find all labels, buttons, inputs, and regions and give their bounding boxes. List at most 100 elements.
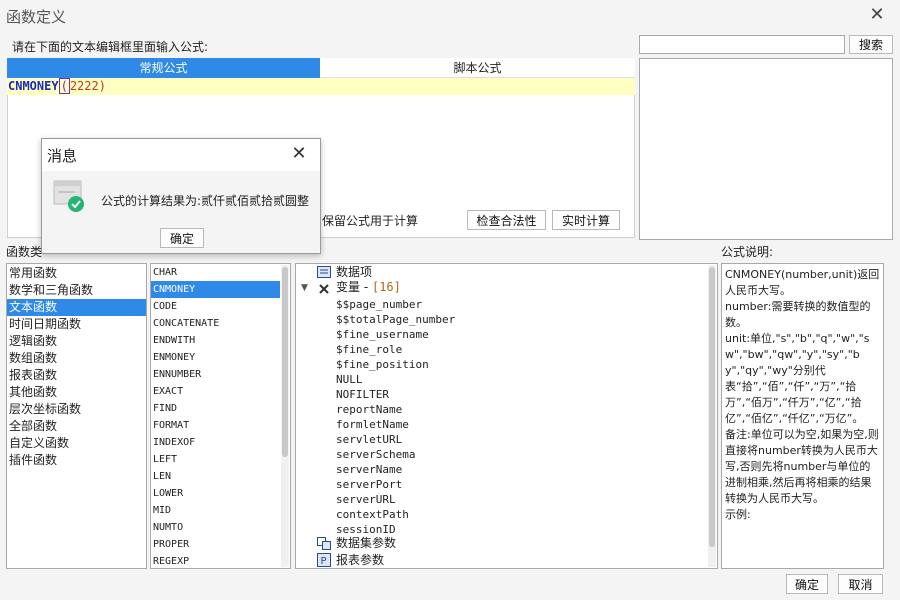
function-item[interactable]: ENMONEY xyxy=(151,349,280,366)
description-line: unit:单位,"s","b","q","w","sw","bw","qw","… xyxy=(725,332,870,425)
dialog-close-icon[interactable]: ✕ xyxy=(287,142,311,166)
variable-tree[interactable]: 数据项 ▼ 变量 - [16] $$page_number $$totalPage_nu… xyxy=(295,263,718,569)
function-item[interactable]: LOWER xyxy=(151,485,280,502)
category-item[interactable]: 插件函数 xyxy=(7,452,146,469)
category-item[interactable]: 常用函数 xyxy=(7,265,146,282)
variables-count: [16] xyxy=(371,280,401,294)
tree-item-variables[interactable]: 变量 - [16] xyxy=(336,280,401,295)
prompt-label: 请在下面的文本编辑框里面输入公式: xyxy=(12,40,209,54)
function-item[interactable]: PROPER xyxy=(151,536,280,553)
tree-item-variable[interactable]: NOFILTER xyxy=(336,387,389,402)
tree-item-variable[interactable]: sessionID xyxy=(336,522,396,537)
category-item[interactable]: 层次坐标函数 xyxy=(7,401,146,418)
formula-close-paren: ) xyxy=(98,79,106,93)
tree-item-variable[interactable]: $$totalPage_number xyxy=(336,312,455,327)
dataset-params-icon xyxy=(317,537,331,550)
category-item[interactable]: 数组函数 xyxy=(7,350,146,367)
tab-script-formula[interactable]: 脚本公式 xyxy=(320,58,635,78)
dialog-body: 公式的计算结果为:贰仟贰佰贰拾贰圆整 确定 xyxy=(42,171,320,253)
category-item[interactable]: 报表函数 xyxy=(7,367,146,384)
tree-item-variable[interactable]: $fine_role xyxy=(336,342,402,357)
dialog-message: 公式的计算结果为:贰仟贰佰贰拾贰圆整 xyxy=(101,194,310,208)
function-item[interactable]: FIND xyxy=(151,400,280,417)
data-items-icon xyxy=(317,266,331,278)
function-item[interactable]: LEFT xyxy=(151,451,280,468)
function-item[interactable]: CNMONEY xyxy=(151,281,280,298)
tree-item-variable[interactable]: NULL xyxy=(336,372,363,387)
tree-scrollbar[interactable] xyxy=(708,265,716,567)
tree-item-variable[interactable]: servletURL xyxy=(336,432,402,447)
description-line: 示例: xyxy=(725,508,751,521)
category-item[interactable]: 全部函数 xyxy=(7,418,146,435)
tree-item-report-params[interactable]: 报表参数 xyxy=(336,553,384,568)
search-results-panel[interactable] xyxy=(639,58,893,240)
function-item[interactable]: ENDWITH xyxy=(151,332,280,349)
category-item[interactable]: 时间日期函数 xyxy=(7,316,146,333)
category-item[interactable]: 自定义函数 xyxy=(7,435,146,452)
tree-item-variable[interactable]: contextPath xyxy=(336,507,409,522)
function-item[interactable]: CONCATENATE xyxy=(151,315,280,332)
function-list[interactable]: CHAR CNMONEY CODE CONCATENATE ENDWITH ENMONEY… xyxy=(150,263,291,569)
variables-icon xyxy=(319,284,329,294)
tree-item-variable[interactable]: formletName xyxy=(336,417,409,432)
function-item[interactable]: LEN xyxy=(151,468,280,485)
formula-function-name: CNMONEY xyxy=(8,79,59,93)
category-item[interactable]: 其他函数 xyxy=(7,384,146,401)
tree-item-variable[interactable]: $fine_position xyxy=(336,357,429,372)
tree-item-data-items[interactable]: 数据项 xyxy=(336,265,372,280)
function-item[interactable]: CODE xyxy=(151,298,280,315)
ok-button[interactable]: 确定 xyxy=(786,574,828,594)
tree-item-dataset-params[interactable]: 数据集参数 xyxy=(336,536,396,551)
description-line: number:需要转换的数值型的数。 xyxy=(725,300,871,329)
formula-open-paren: ( xyxy=(58,78,70,94)
keep-formula-label[interactable]: 保留公式用于计算 xyxy=(322,212,418,229)
search-input[interactable] xyxy=(639,35,845,54)
description-line: CNMONEY(number,unit)返回人民币大写。 xyxy=(725,268,880,297)
function-item[interactable]: ENNUMBER xyxy=(151,366,280,383)
formula-argument: 2222 xyxy=(69,79,99,93)
function-item[interactable]: NUMTO xyxy=(151,519,280,536)
function-list-scrollbar[interactable] xyxy=(281,265,289,567)
tree-item-variable[interactable]: $$page_number xyxy=(336,297,422,312)
cancel-button[interactable]: 取消 xyxy=(838,574,883,594)
tree-scroll-thumb[interactable] xyxy=(709,267,715,547)
function-item[interactable]: INDEXOF xyxy=(151,434,280,451)
check-validity-button[interactable]: 检查合法性 xyxy=(467,210,546,230)
description-line: 备注:单位可以为空,如果为空,则直接将number转换为人民币大写,否则先将nu… xyxy=(725,428,879,505)
tree-item-variable[interactable]: serverPort xyxy=(336,477,402,492)
dialog-title: 消息 xyxy=(47,147,78,165)
formula-text-line[interactable]: CNMONEY(2222) xyxy=(7,78,635,95)
success-check-icon xyxy=(53,180,84,212)
tree-item-variable[interactable]: reportName xyxy=(336,402,402,417)
message-dialog: 消息 ✕ 公式的计算结果为:贰仟贰佰贰拾贰圆整 确定 xyxy=(41,138,321,254)
category-section-label: 函数类 xyxy=(6,245,43,259)
tree-expand-chevron-down-icon[interactable]: ▼ xyxy=(301,281,308,296)
dialog-ok-button[interactable]: 确定 xyxy=(160,228,204,248)
close-icon[interactable]: ✕ xyxy=(866,4,888,26)
variables-label: 变量 - xyxy=(336,280,372,294)
window-title: 函数定义 xyxy=(6,8,67,26)
formula-tabs: 常规公式 脚本公式 xyxy=(7,58,635,78)
search-button[interactable]: 搜索 xyxy=(849,35,893,54)
category-item[interactable]: 文本函数 xyxy=(7,299,146,316)
function-list-scroll-thumb[interactable] xyxy=(282,267,288,457)
category-list[interactable]: 常用函数 数学和三角函数 文本函数 时间日期函数 逻辑函数 数组函数 报表函数 其他函数 层次坐… xyxy=(6,263,147,569)
title-bar: 函数定义 ✕ xyxy=(0,0,900,32)
tree-item-variable[interactable]: serverName xyxy=(336,462,402,477)
formula-description: CNMONEY(number,unit)返回人民币大写。 number:需要转换的… xyxy=(721,263,884,569)
category-item[interactable]: 数学和三角函数 xyxy=(7,282,146,299)
description-section-label: 公式说明: xyxy=(721,245,774,259)
svg-text:P: P xyxy=(321,556,327,567)
category-item[interactable]: 逻辑函数 xyxy=(7,333,146,350)
tree-item-variable[interactable]: $fine_username xyxy=(336,327,429,342)
realtime-calc-button[interactable]: 实时计算 xyxy=(552,210,620,230)
function-item[interactable]: FORMAT xyxy=(151,417,280,434)
function-item[interactable]: MID xyxy=(151,502,280,519)
tree-item-variable[interactable]: serverSchema xyxy=(336,447,415,462)
function-item[interactable]: CHAR xyxy=(151,264,280,281)
report-params-icon: P xyxy=(317,553,331,567)
tree-item-variable[interactable]: serverURL xyxy=(336,492,396,507)
tab-regular-formula[interactable]: 常规公式 xyxy=(7,58,320,78)
function-item[interactable]: EXACT xyxy=(151,383,280,400)
function-item[interactable]: REGEXP xyxy=(151,553,280,568)
